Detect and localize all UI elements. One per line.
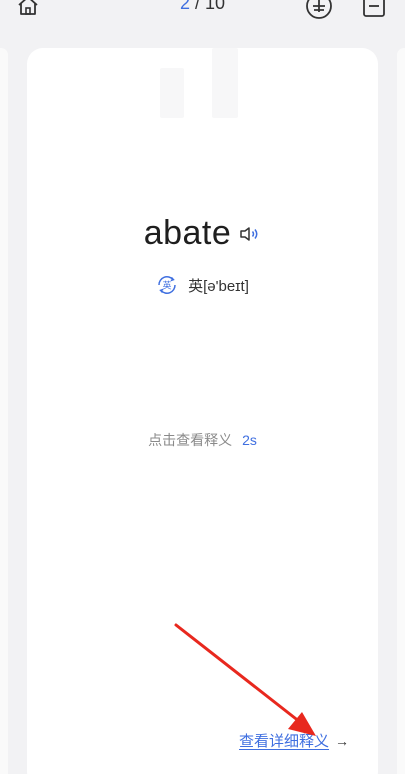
word-card[interactable]: abate 英 英[ə'beɪt] 点击查看释义 2s [27,48,378,774]
counter-total: / 10 [195,0,226,13]
watermark-block [212,48,238,118]
word-text: abate [143,214,232,252]
previous-card-edge [0,48,8,774]
plus-circle-icon[interactable] [304,0,334,21]
watermark-block [160,68,184,118]
speaker-icon[interactable] [239,225,261,243]
counter-current: 2 [179,0,190,13]
view-details-link[interactable]: 查看详细释义 [239,730,329,751]
top-bar: 2 / 10 [0,0,405,30]
detail-link-row[interactable]: 查看详细释义 → [239,730,349,751]
phonetic-speaker-icon[interactable]: 英 [156,274,178,296]
word-row: abate [27,214,378,253]
phonetic-badge-text: 英 [163,280,172,292]
phonetic-text: 英[ə'beɪt] [188,277,249,295]
list-icon[interactable] [361,0,387,19]
reveal-hint-text: 点击查看释义 [148,432,233,448]
progress-counter: 2 / 10 [0,0,405,14]
countdown-timer: 2s [242,432,257,448]
arrow-right-icon: → [335,732,350,749]
reveal-hint[interactable]: 点击查看释义 2s [27,430,378,450]
phonetic-row[interactable]: 英 英[ə'beɪt] [27,274,378,296]
next-card-edge [397,48,405,774]
